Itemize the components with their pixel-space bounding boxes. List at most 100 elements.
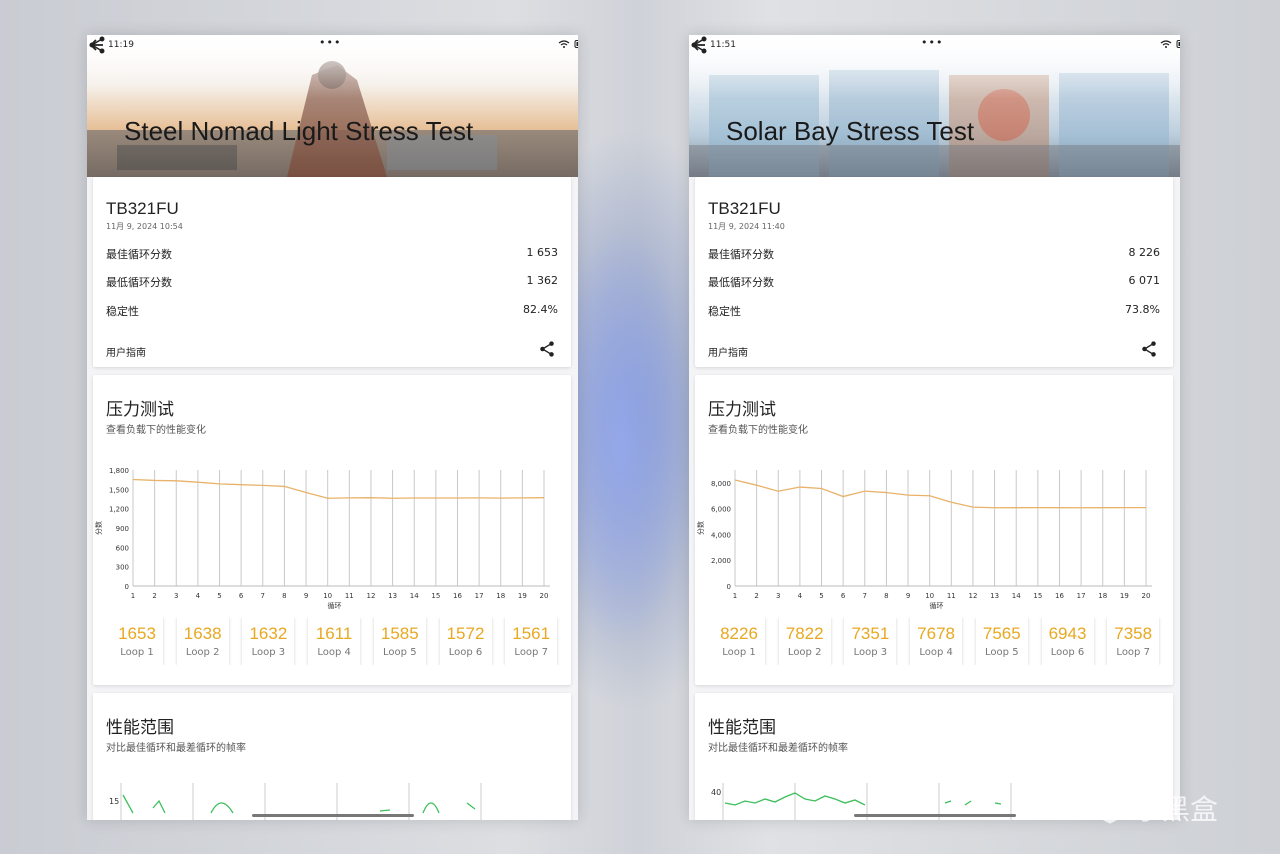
y-tick-label: 900	[116, 525, 129, 533]
x-tick-label: 13	[990, 592, 999, 600]
x-tick-label: 17	[1077, 592, 1086, 600]
x-tick-label: 5	[819, 592, 823, 600]
loop-score-label: Loop 5	[985, 647, 1019, 658]
x-tick-label: 12	[366, 592, 375, 600]
best-loop-value: 8 226	[1128, 246, 1161, 259]
y-tick-label: 600	[116, 544, 129, 552]
x-tick-label: 17	[475, 592, 484, 600]
x-tick-label: 9	[304, 592, 308, 600]
loop-score-tile[interactable]: 1653 Loop 1	[111, 617, 163, 665]
x-tick-label: 16	[1055, 592, 1064, 600]
loop-score-tile[interactable]: 1585 Loop 5	[373, 617, 426, 665]
loop-score-tile[interactable]: 7678 Loop 4	[910, 617, 963, 665]
loop-score-label: Loop 1	[722, 647, 756, 658]
x-tick-label: 16	[453, 592, 462, 600]
loop-score-tile[interactable]: 7822 Loop 2	[778, 617, 831, 665]
x-tick-label: 3	[174, 592, 178, 600]
x-tick-label: 4	[196, 592, 201, 600]
share-icon[interactable]	[1140, 340, 1158, 358]
x-tick-label: 1	[733, 592, 737, 600]
loop-score-tile[interactable]: 7358 Loop 7	[1107, 617, 1160, 665]
x-tick-label: 7	[863, 592, 867, 600]
x-tick-label: 20	[540, 592, 549, 600]
x-tick-label: 4	[798, 592, 803, 600]
x-tick-label: 6	[841, 592, 846, 600]
loop-score-label: Loop 5	[383, 647, 417, 658]
x-tick-label: 14	[1012, 592, 1021, 600]
watermark-text: 小黑盒	[1134, 793, 1219, 826]
stress-test-card: 压力测试 查看负载下的性能变化 1 2 3 4 5 6 7 8 9 10 11 12 13 14 15 16 1…	[695, 375, 1173, 685]
x-tick-label: 11	[947, 592, 956, 600]
loop-score-label: Loop 6	[1050, 647, 1085, 658]
loop-score-tile[interactable]: 1638 Loop 2	[176, 617, 229, 665]
stress-title: 压力测试	[708, 400, 776, 420]
x-tick-label: 14	[410, 592, 419, 600]
home-indicator[interactable]	[252, 814, 414, 817]
screen-solar-bay: 11:51 ••• Solar Bay Stress Test TB321FU …	[689, 35, 1180, 820]
summary-card: TB321FU 11月 9, 2024 11:40 最佳循环分数 8 226 最…	[695, 177, 1173, 367]
x-tick-label: 18	[1098, 592, 1107, 600]
loop-score-tile[interactable]: 8226 Loop 1	[713, 617, 765, 665]
y-axis-label: 分数	[94, 521, 103, 535]
stability-label: 稳定性	[708, 305, 741, 318]
heybox-logo-icon	[1092, 788, 1128, 824]
lowest-loop-row: 最低循环分数 6 071	[708, 274, 1160, 290]
stress-test-card: 压力测试 查看负载下的性能变化 1 2 3 4 5 6 7 8 9 10 11 12 13 14 15 16 1…	[93, 375, 571, 685]
loop-score-tile[interactable]: 1561 Loop 7	[505, 617, 558, 665]
loop-score-tile[interactable]: 1572 Loop 6	[439, 617, 492, 665]
loop-score-value: 1561	[512, 624, 551, 643]
stress-subtitle: 查看负载下的性能变化	[708, 425, 808, 436]
x-tick-label: 15	[431, 592, 440, 600]
loop-score-value: 1585	[380, 624, 419, 643]
loop-score-tile[interactable]: 1611 Loop 4	[308, 617, 361, 665]
perf-ytick: 40	[711, 788, 721, 797]
loop-score-label: Loop 2	[787, 647, 822, 658]
x-tick-label: 19	[518, 592, 527, 600]
x-tick-label: 8	[884, 592, 888, 600]
loop-score-tile[interactable]: 7565 Loop 5	[975, 617, 1028, 665]
stability-row: 稳定性 73.8%	[708, 303, 1160, 319]
watermark: 小黑盒	[1090, 786, 1250, 828]
x-tick-label: 7	[261, 592, 265, 600]
y-axis-label: 分数	[696, 521, 705, 535]
test-title: Solar Bay Stress Test	[726, 116, 975, 146]
y-tick-label: 6,000	[711, 506, 731, 514]
device-name: TB321FU	[708, 199, 781, 218]
x-tick-label: 15	[1033, 592, 1042, 600]
loop-score-tile[interactable]: 1632 Loop 3	[242, 617, 295, 665]
status-time: 11:51	[710, 40, 736, 50]
x-tick-label: 13	[388, 592, 397, 600]
loop-score-label: Loop 7	[1116, 647, 1150, 658]
lowest-loop-label: 最低循环分数	[708, 276, 774, 289]
loop-score-tile[interactable]: 7351 Loop 3	[844, 617, 897, 665]
x-tick-label: 18	[496, 592, 505, 600]
perf-title: 性能范围	[708, 718, 776, 738]
share-icon[interactable]	[538, 340, 556, 358]
home-indicator[interactable]	[854, 814, 1016, 817]
share-icon[interactable]	[87, 35, 107, 55]
y-tick-label: 1,500	[109, 486, 129, 494]
loop-score-value: 1572	[446, 624, 485, 643]
lowest-loop-value: 6 071	[1128, 274, 1161, 287]
loop-score-tile[interactable]: 6943 Loop 6	[1041, 617, 1094, 665]
x-tick-label: 20	[1142, 592, 1151, 600]
stress-title: 压力测试	[106, 400, 174, 420]
user-guide-link[interactable]: 用户指南	[106, 344, 146, 359]
lowest-loop-row: 最低循环分数 1 362	[106, 274, 558, 290]
x-tick-label: 6	[239, 592, 244, 600]
stability-value: 73.8%	[1125, 303, 1160, 316]
loop-score-value: 7358	[1114, 624, 1153, 643]
x-tick-label: 5	[217, 592, 221, 600]
y-tick-label: 1,200	[109, 506, 129, 514]
best-loop-label: 最佳循环分数	[708, 248, 774, 261]
status-bar: 11:51 •••	[689, 35, 1180, 57]
device-name: TB321FU	[106, 199, 179, 218]
series-line	[132, 478, 545, 499]
share-icon[interactable]	[689, 35, 709, 55]
x-tick-label: 10	[925, 592, 934, 600]
hero-banner: 11:19 ••• Steel Nomad Light Stress Test	[87, 35, 578, 177]
user-guide-link[interactable]: 用户指南	[708, 344, 748, 359]
status-dots: •••	[921, 36, 944, 49]
y-tick-label: 4,000	[711, 531, 731, 539]
y-tick-label: 8,000	[711, 480, 731, 488]
